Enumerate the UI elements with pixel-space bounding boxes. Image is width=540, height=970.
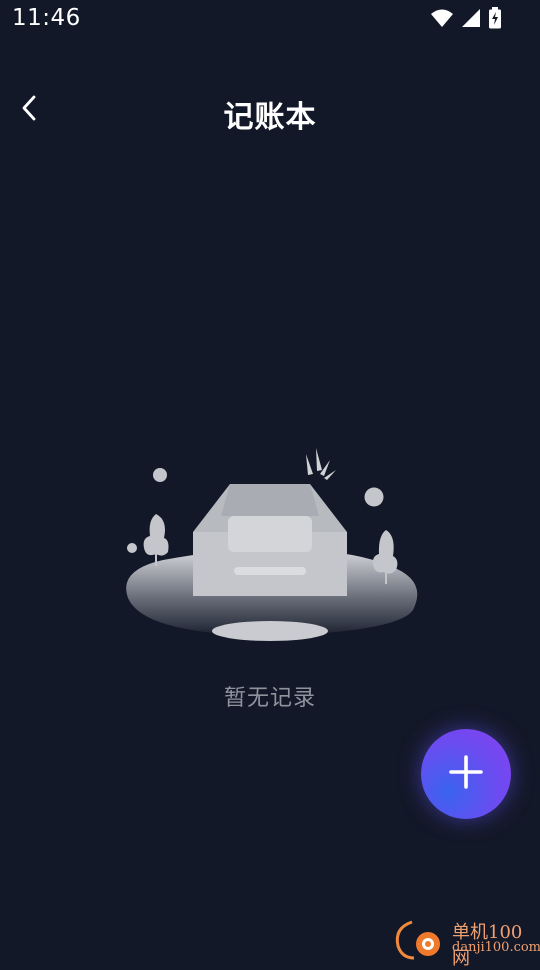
status-time: 11:46 bbox=[12, 5, 81, 31]
plus-icon bbox=[448, 754, 484, 794]
wifi-icon bbox=[430, 8, 454, 28]
empty-state: 暂无记录 bbox=[0, 440, 540, 730]
app-header: 记账本 bbox=[0, 78, 540, 144]
watermark-logo bbox=[390, 916, 448, 960]
page-title: 记账本 bbox=[223, 100, 317, 135]
cellular-signal-icon bbox=[461, 8, 481, 28]
battery-charging-icon bbox=[488, 7, 502, 29]
add-record-button[interactable] bbox=[421, 729, 511, 819]
empty-message: 暂无记录 bbox=[223, 686, 316, 711]
watermark: 单机100网 danji100.com bbox=[390, 916, 540, 969]
empty-inbox-illustration bbox=[118, 440, 422, 650]
status-icons bbox=[430, 7, 502, 29]
watermark-domain: danji100.com bbox=[452, 940, 540, 955]
status-bar: 11:46 bbox=[0, 0, 540, 38]
